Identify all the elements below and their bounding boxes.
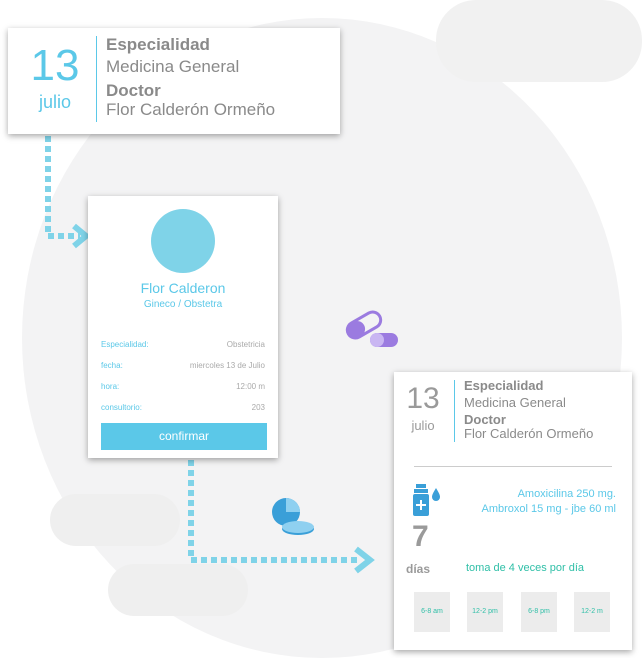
detail-value-time: 12:00 m (236, 382, 265, 391)
detail-label-time: hora: (101, 382, 120, 391)
dose-slot[interactable]: 12-2 pm (467, 592, 503, 632)
medicine-1: Amoxicilina 250 mg. (517, 488, 616, 500)
avatar (151, 209, 215, 273)
doctor-label: Doctor (106, 81, 161, 100)
horizontal-divider (414, 466, 612, 467)
detail-label-specialty: Especialidad: (101, 340, 149, 349)
appointment-summary-card: 13 julio Especialidad Medicina General D… (8, 28, 340, 134)
specialty-value: Medicina General (464, 395, 566, 410)
detail-value-specialty: Obstetricia (226, 340, 265, 349)
pill-capsule-icon (345, 310, 398, 347)
detail-label-office: consultorio: (101, 403, 142, 412)
specialty-label: Especialidad (464, 378, 544, 393)
medicine-bottle-icon (413, 484, 440, 516)
background-pill-left-1 (50, 494, 180, 546)
detail-value-office: 203 (251, 403, 265, 412)
medicine-2: Ambroxol 15 mg - jbe 60 ml (481, 503, 617, 515)
specialty-value: Medicina General (106, 57, 240, 76)
appointment-day: 13 (30, 41, 80, 90)
dose-slot[interactable]: 6-8 pm (521, 592, 557, 632)
doctor-profile-card: Flor Calderon Gineco / Obstetra Especial… (88, 196, 278, 458)
duration-number: 7 (412, 520, 429, 553)
prescription-day: 13 (406, 382, 440, 415)
doctor-label: Doctor (464, 412, 506, 427)
doctor-name: Flor Calderon (140, 280, 226, 296)
prescription-month: julio (411, 418, 435, 433)
doctor-value: Flor Calderón Ormeño (464, 426, 594, 441)
background-blob-top-right (436, 0, 642, 82)
detail-value-date: miercoles 13 de Julio (189, 361, 265, 370)
vertical-divider (96, 36, 97, 122)
doctor-subtitle: Gineco / Obstetra (143, 299, 223, 310)
specialty-label: Especialidad (106, 35, 210, 54)
dose-slot[interactable]: 12-2 m (574, 592, 610, 632)
appointment-month: julio (38, 92, 72, 112)
detail-label-date: fecha: (101, 361, 123, 370)
confirm-button[interactable]: confirmar (101, 423, 267, 450)
prescription-card: 13 julio Especialidad Medicina General D… (394, 372, 632, 650)
pie-tablet-icon (272, 498, 314, 535)
duration-unit: días (406, 562, 431, 576)
vertical-divider (454, 380, 455, 442)
doctor-value: Flor Calderón Ormeño (106, 100, 276, 119)
dose-frequency: toma de 4 veces por día (466, 562, 585, 574)
dose-slot[interactable]: 6-8 am (414, 592, 450, 632)
